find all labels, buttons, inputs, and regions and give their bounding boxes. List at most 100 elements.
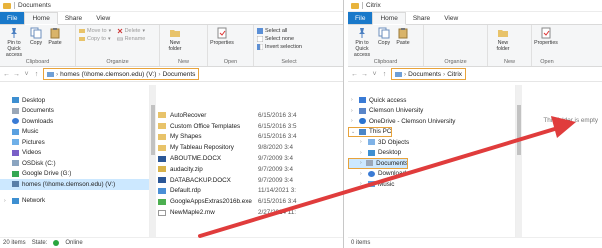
file-name: DATABACKUP.DOCX <box>170 176 231 184</box>
delete-button[interactable]: Delete ▾ <box>117 28 148 34</box>
nav-scrollbar[interactable] <box>516 85 522 237</box>
breadcrumb-current[interactable]: Citrix <box>447 71 462 78</box>
recent-locations-icon[interactable]: ˅ <box>371 71 378 78</box>
chevron-right-icon: › <box>360 170 362 177</box>
nav-google-drive[interactable]: Google Drive (G:) <box>0 169 149 180</box>
nav-desktop[interactable]: Desktop <box>0 95 149 106</box>
nav-desktop[interactable]: › Desktop <box>348 148 515 159</box>
nav-osdisk[interactable]: OSDisk (C:) <box>0 158 149 169</box>
breadcrumb-root[interactable]: Documents <box>408 71 441 78</box>
file-row[interactable]: Custom Office Templates 6/15/2016 3:5 <box>158 121 343 132</box>
tab-view[interactable]: View <box>89 12 117 24</box>
nav-documents[interactable]: Documents <box>0 106 149 117</box>
nav-clemson-university[interactable]: › Clemson University <box>348 106 515 117</box>
clipboard-group: Pin to Quick access Copy Paste Clipboard <box>348 25 424 66</box>
nav-pictures[interactable]: Pictures <box>0 137 149 148</box>
pin-icon <box>359 28 365 38</box>
new-group: New folder New <box>160 25 208 66</box>
nav-downloads[interactable]: › Downloads <box>348 169 515 180</box>
nav-music[interactable]: › Music <box>348 179 515 190</box>
folder-icon <box>158 112 166 119</box>
nav-onedrive[interactable]: › OneDrive - Clemson University <box>348 116 515 127</box>
word-doc-icon <box>158 155 166 162</box>
breadcrumb-separator: › <box>404 70 407 78</box>
file-row[interactable]: GoogleAppsExtras2016b.exe 6/15/2016 3:4 <box>158 196 343 207</box>
nav-scrollbar[interactable] <box>150 85 156 237</box>
network-icon <box>12 197 19 204</box>
nav-label: Videos <box>22 149 42 157</box>
new-group-label: New <box>177 59 189 65</box>
scrollbar-thumb[interactable] <box>517 105 521 155</box>
sharepoint-icon <box>359 107 366 114</box>
invert-selection-button[interactable]: Invert selection <box>257 44 302 50</box>
nav-network[interactable]: › Network <box>0 196 149 207</box>
nav-quick-access[interactable]: › Quick access <box>348 95 515 106</box>
nav-documents[interactable]: › Documents <box>348 158 408 169</box>
right-ribbon: Pin to Quick access Copy Paste Clipboard <box>348 25 602 67</box>
rename-button[interactable]: Rename <box>116 36 148 42</box>
recent-locations-icon[interactable]: ˅ <box>23 71 30 78</box>
nav-videos[interactable]: Videos <box>0 148 149 159</box>
file-row[interactable]: AutoRecover 6/15/2016 3:4 <box>158 110 343 121</box>
3d-objects-icon <box>368 139 375 146</box>
left-main-area: Desktop Documents Downloads Music Pictur… <box>0 85 343 237</box>
nav-this-pc[interactable]: ⌄ This PC <box>348 126 392 137</box>
left-window-title: Documents <box>18 2 51 9</box>
nav-3d-objects[interactable]: › 3D Objects <box>348 137 515 148</box>
properties-label: Properties <box>210 40 234 46</box>
file-row[interactable]: My Shapes 6/15/2016 3:4 <box>158 132 343 143</box>
file-row[interactable]: audacity.zip 9/7/2009 3:4 <box>158 164 343 175</box>
pin-icon <box>11 28 17 38</box>
item-count: 20 items <box>3 240 26 246</box>
file-date: 6/15/2016 3:4 <box>258 133 297 141</box>
file-name: Default.rdp <box>170 187 201 195</box>
left-address-bar[interactable]: › homes (\\home.clemson.edu) (V:) › Docu… <box>43 68 200 80</box>
music-icon <box>12 128 19 135</box>
select-none-button[interactable]: Select none <box>257 36 302 42</box>
tab-file[interactable]: File <box>0 12 25 24</box>
nav-label: homes (\\home.clemson.edu) (V:) <box>22 180 116 188</box>
breadcrumb-current[interactable]: Documents <box>163 71 196 78</box>
tab-share[interactable]: Share <box>406 12 437 24</box>
forward-arrow-icon[interactable]: → <box>13 71 20 78</box>
right-title-bar: Citrix <box>348 0 602 12</box>
right-address-bar[interactable]: › Documents › Citrix <box>391 68 467 80</box>
select-all-label: Select all <box>265 28 288 34</box>
item-count: 0 items <box>351 240 371 246</box>
tab-home[interactable]: Home <box>372 12 406 25</box>
file-name: audacity.zip <box>170 165 203 173</box>
forward-arrow-icon[interactable]: → <box>361 71 368 78</box>
chevron-right-icon: › <box>360 181 362 188</box>
desktop-icon <box>12 97 19 104</box>
select-group-label: Select <box>281 59 297 65</box>
file-row[interactable]: My Tableau Repository 9/8/2020 3:4 <box>158 142 343 153</box>
select-all-button[interactable]: Select all <box>257 28 302 34</box>
file-row[interactable]: Default.rdp 11/14/2021 3: <box>158 186 343 197</box>
nav-homes-drive[interactable]: homes (\\home.clemson.edu) (V:) <box>0 179 149 190</box>
move-to-button[interactable]: Move to ▾ <box>79 28 114 34</box>
empty-folder-message: This folder is empty <box>543 117 598 124</box>
up-arrow-icon[interactable]: ↑ <box>381 71 388 78</box>
remote-desktop-icon <box>158 187 166 194</box>
pin-label: Pin to Quick access <box>5 40 23 58</box>
copy-to-button[interactable]: Copy to ▾ <box>79 36 114 42</box>
nav-label: Downloads <box>22 117 54 125</box>
up-arrow-icon[interactable]: ↑ <box>33 71 40 78</box>
tab-share[interactable]: Share <box>58 12 89 24</box>
clipboard-group: Pin to Quick access Copy Paste Clipboard <box>0 25 76 66</box>
right-navigation-pane: › Quick access › Clemson University › On… <box>348 85 516 237</box>
file-row[interactable]: NewMaple2.mw 2/27/2024 11: <box>158 207 343 218</box>
tab-view[interactable]: View <box>437 12 465 24</box>
back-arrow-icon[interactable]: ← <box>3 71 10 78</box>
chevron-down-icon: ▾ <box>108 28 112 34</box>
file-row[interactable]: DATABACKUP.DOCX 9/7/2009 3:4 <box>158 175 343 186</box>
tab-home[interactable]: Home <box>24 12 58 25</box>
scrollbar-thumb[interactable] <box>151 105 155 155</box>
file-row[interactable]: ABOUTME.DOCX 9/7/2009 3:4 <box>158 153 343 164</box>
breadcrumb-root[interactable]: homes (\\home.clemson.edu) (V:) <box>60 71 156 78</box>
nav-music[interactable]: Music <box>0 127 149 138</box>
chevron-right-icon: › <box>360 149 362 156</box>
nav-downloads[interactable]: Downloads <box>0 116 149 127</box>
back-arrow-icon[interactable]: ← <box>351 71 358 78</box>
tab-file[interactable]: File <box>348 12 373 24</box>
